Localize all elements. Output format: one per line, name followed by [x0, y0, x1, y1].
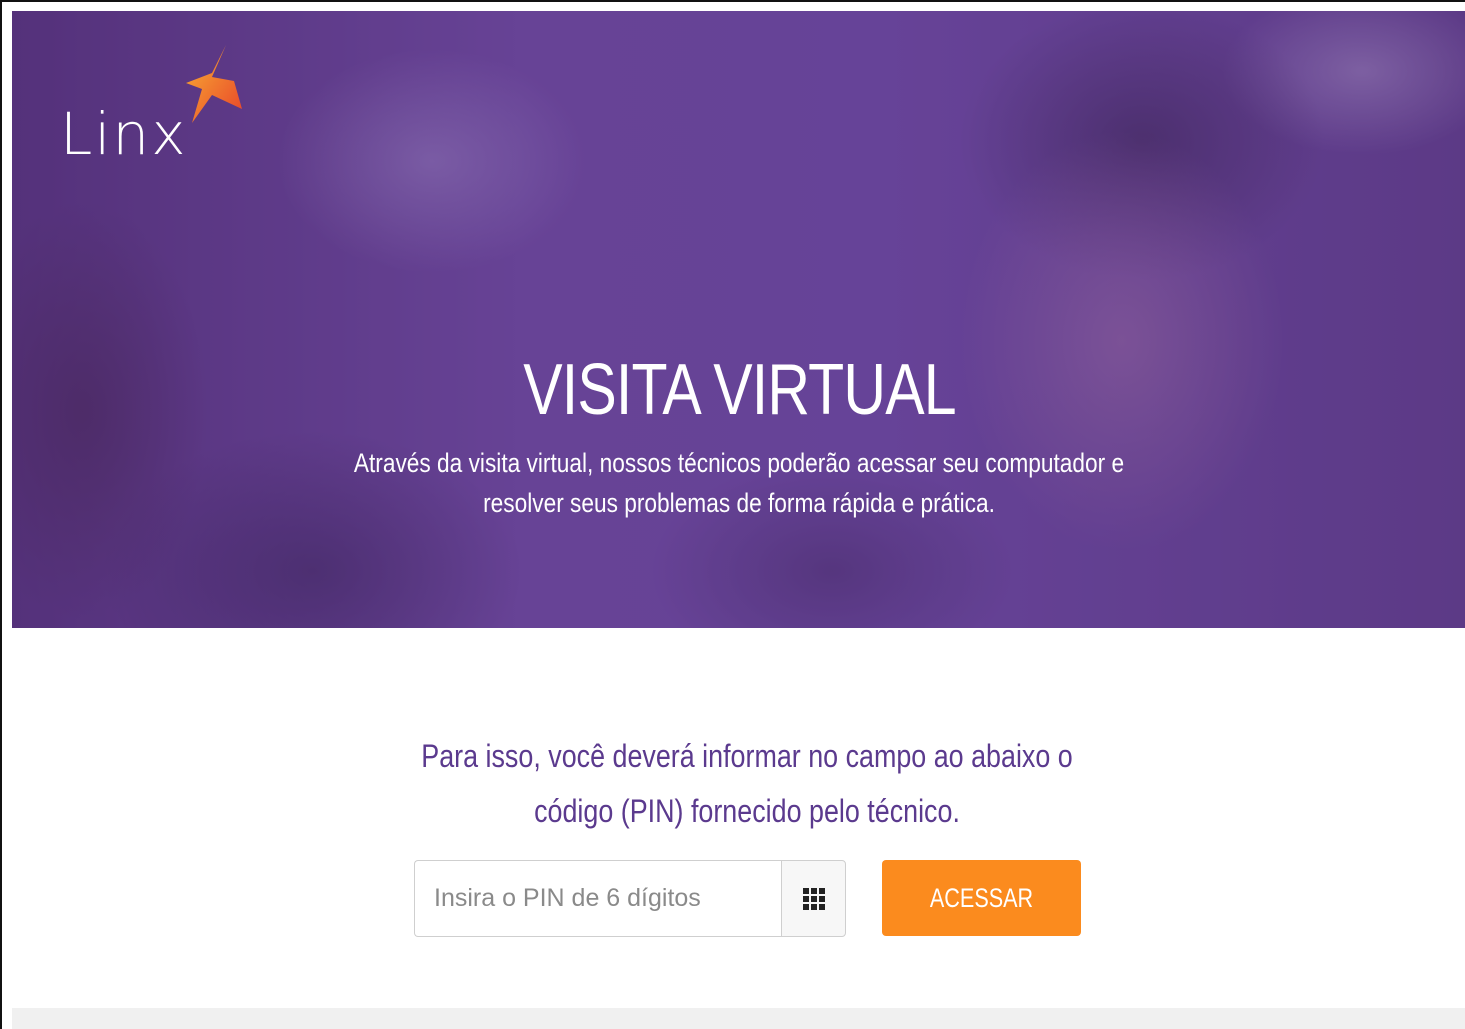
keypad-button[interactable]: [781, 860, 846, 937]
pin-input[interactable]: [414, 860, 782, 937]
pin-instruction-text: Para isso, você deverá informar no campo…: [421, 738, 1073, 829]
page-frame: Linx VISITA VIRTUAL Através da visita vi…: [0, 0, 1465, 1029]
access-button[interactable]: ACESSAR: [882, 860, 1081, 936]
footer-strip: [12, 1008, 1465, 1029]
hero-description: Através da visita virtual, nossos técnic…: [353, 448, 1125, 518]
hero-title: VISITA VIRTUAL: [523, 350, 956, 430]
hero-banner: Linx VISITA VIRTUAL Através da visita vi…: [12, 11, 1465, 628]
logo-text: Linx: [60, 100, 188, 168]
access-button-label: ACESSAR: [929, 882, 1034, 913]
linx-logo: Linx: [60, 43, 260, 203]
keypad-grid-icon: [802, 887, 825, 910]
pin-input-group: [414, 860, 846, 937]
logo-star-icon: [186, 45, 242, 123]
